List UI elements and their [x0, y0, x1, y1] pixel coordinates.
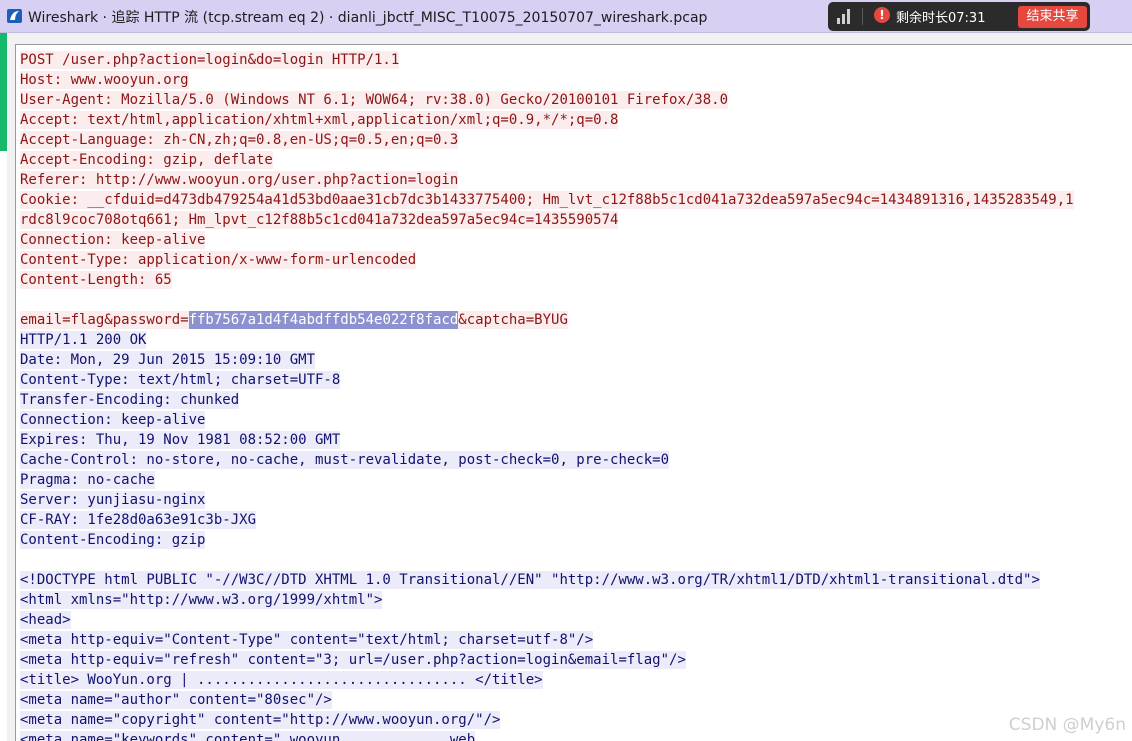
- request-header-line: rdc8l9coc708otq661; Hm_lpvt_c12f88b5c1cd…: [20, 210, 1132, 230]
- request-header-line-text: Accept: text/html,application/xhtml+xml,…: [20, 111, 619, 129]
- response-header-line: HTTP/1.1 200 OK: [20, 330, 1132, 350]
- request-header-line-text: Cookie: __cfduid=d473db479254a41d53bd0aa…: [20, 191, 1074, 209]
- response-header-line: Cache-Control: no-store, no-cache, must-…: [20, 450, 1132, 470]
- response-html-line: <head>: [20, 610, 1132, 630]
- response-html-line-text: <html xmlns="http://www.w3.org/1999/xhtm…: [20, 591, 383, 609]
- response-header-line-text: Pragma: no-cache: [20, 471, 155, 489]
- request-header-line-text: Accept-Encoding: gzip, deflate: [20, 151, 273, 169]
- response-header-line-text: HTTP/1.1 200 OK: [20, 331, 147, 349]
- request-header-line: Accept-Language: zh-CN,zh;q=0.8,en-US;q=…: [20, 130, 1132, 150]
- request-header-line: Referer: http://www.wooyun.org/user.php?…: [20, 170, 1132, 190]
- request-header-line: Cookie: __cfduid=d473db479254a41d53bd0aa…: [20, 190, 1132, 210]
- request-header-line: Connection: keep-alive: [20, 230, 1132, 250]
- response-header-line-text: Server: yunjiasu-nginx: [20, 491, 206, 509]
- request-header-line: Content-Type: application/x-www-form-url…: [20, 250, 1132, 270]
- warning-circle-icon: !: [874, 7, 890, 23]
- response-header-line-text: Transfer-Encoding: chunked: [20, 391, 240, 409]
- wireshark-fin-icon: [7, 9, 22, 23]
- left-accent-strip: [0, 33, 7, 151]
- response-html-line-text: <meta http-equiv="Content-Type" content=…: [20, 631, 594, 649]
- response-html-line-text: <meta name="copyright" content="http://w…: [20, 711, 501, 729]
- stream-text[interactable]: POST /user.php?action=login&do=login HTT…: [20, 50, 1132, 741]
- response-header-line: Content-Type: text/html; charset=UTF-8: [20, 370, 1132, 390]
- response-html-line-text: <meta name="keywords" content=",wooyun, …: [20, 731, 476, 741]
- response-html-line-text: <meta name="author" content="80sec"/>: [20, 691, 332, 709]
- response-html-line: <title> WooYun.org | ...................…: [20, 670, 1132, 690]
- csdn-watermark: CSDN @My6n: [1008, 715, 1126, 735]
- request-header-line-text: Content-Length: 65: [20, 271, 172, 289]
- request-header-line-text: Content-Type: application/x-www-form-url…: [20, 251, 417, 269]
- response-html-line: <!DOCTYPE html PUBLIC "-//W3C//DTD XHTML…: [20, 570, 1132, 590]
- response-html-line: <meta name="copyright" content="http://w…: [20, 710, 1132, 730]
- request-header-line-text: Accept-Language: zh-CN,zh;q=0.8,en-US;q=…: [20, 131, 459, 149]
- response-header-line: Connection: keep-alive: [20, 410, 1132, 430]
- request-header-line: POST /user.php?action=login&do=login HTT…: [20, 50, 1132, 70]
- response-header-line-text: Date: Mon, 29 Jun 2015 15:09:10 GMT: [20, 351, 316, 369]
- response-header-line: Transfer-Encoding: chunked: [20, 390, 1132, 410]
- request-header-line: Content-Length: 65: [20, 270, 1132, 290]
- response-header-line: Content-Encoding: gzip: [20, 530, 1132, 550]
- response-header-line-text: Cache-Control: no-store, no-cache, must-…: [20, 451, 670, 469]
- response-header-line: Expires: Thu, 19 Nov 1981 08:52:00 GMT: [20, 430, 1132, 450]
- response-header-line-text: Expires: Thu, 19 Nov 1981 08:52:00 GMT: [20, 431, 341, 449]
- response-html-line-text: <head>: [20, 611, 71, 629]
- signal-bars-icon: [837, 9, 850, 24]
- response-html-line: <meta name="keywords" content=",wooyun, …: [20, 730, 1132, 741]
- request-header-line-text: Connection: keep-alive: [20, 231, 206, 249]
- request-body-line: email=flag&password=ffb7567a1d4f4abdffdb…: [20, 310, 1132, 330]
- response-html-line: <html xmlns="http://www.w3.org/1999/xhtm…: [20, 590, 1132, 610]
- request-header-line-text: Host: www.wooyun.org: [20, 71, 189, 89]
- request-header-line-text: User-Agent: Mozilla/5.0 (Windows NT 6.1;…: [20, 91, 729, 109]
- left-gutter: [7, 33, 15, 741]
- response-header-line: Date: Mon, 29 Jun 2015 15:09:10 GMT: [20, 350, 1132, 370]
- window-title: Wireshark · 追踪 HTTP 流 (tcp.stream eq 2) …: [28, 10, 708, 26]
- response-header-line: Server: yunjiasu-nginx: [20, 490, 1132, 510]
- end-share-button[interactable]: 结束共享: [1018, 6, 1087, 28]
- request-header-line-text: rdc8l9coc708otq661; Hm_lpvt_c12f88b5c1cd…: [20, 211, 619, 229]
- request-header-line-text: POST /user.php?action=login&do=login HTT…: [20, 51, 400, 69]
- request-header-line: Accept: text/html,application/xhtml+xml,…: [20, 110, 1132, 130]
- response-header-line-text: CF-RAY: 1fe28d0a63e91c3b-JXG: [20, 511, 257, 529]
- remaining-time-label: 剩余时长07:31: [896, 11, 986, 26]
- response-header-line: Pragma: no-cache: [20, 470, 1132, 490]
- response-html-line-text: <meta http-equiv="refresh" content="3; u…: [20, 651, 686, 669]
- response-header-line-text: Content-Type: text/html; charset=UTF-8: [20, 371, 341, 389]
- request-header-line: User-Agent: Mozilla/5.0 (Windows NT 6.1;…: [20, 90, 1132, 110]
- share-bar-divider: [862, 8, 863, 25]
- top-gap: [7, 33, 1132, 44]
- wireshark-follow-stream-window: Wireshark · 追踪 HTTP 流 (tcp.stream eq 2) …: [0, 0, 1132, 741]
- response-header-line-text: Connection: keep-alive: [20, 411, 206, 429]
- body-suffix: &captcha=BYUG: [458, 311, 568, 329]
- response-html-line: <meta http-equiv="refresh" content="3; u…: [20, 650, 1132, 670]
- selected-password-hash[interactable]: ffb7567a1d4f4abdffdb54e022f8facd: [188, 311, 459, 329]
- request-header-line: Host: www.wooyun.org: [20, 70, 1132, 90]
- request-header-line-text: Referer: http://www.wooyun.org/user.php?…: [20, 171, 459, 189]
- stream-content-area[interactable]: POST /user.php?action=login&do=login HTT…: [15, 44, 1132, 741]
- response-html-line: <meta http-equiv="Content-Type" content=…: [20, 630, 1132, 650]
- response-header-line-text: Content-Encoding: gzip: [20, 531, 206, 549]
- response-header-line: CF-RAY: 1fe28d0a63e91c3b-JXG: [20, 510, 1132, 530]
- response-html-line-text: <!DOCTYPE html PUBLIC "-//W3C//DTD XHTML…: [20, 571, 1040, 589]
- body-prefix: email=flag&password=: [20, 311, 189, 329]
- response-html-line-text: <title> WooYun.org | ...................…: [20, 671, 543, 689]
- request-header-line: Accept-Encoding: gzip, deflate: [20, 150, 1132, 170]
- response-html-line: <meta name="author" content="80sec"/>: [20, 690, 1132, 710]
